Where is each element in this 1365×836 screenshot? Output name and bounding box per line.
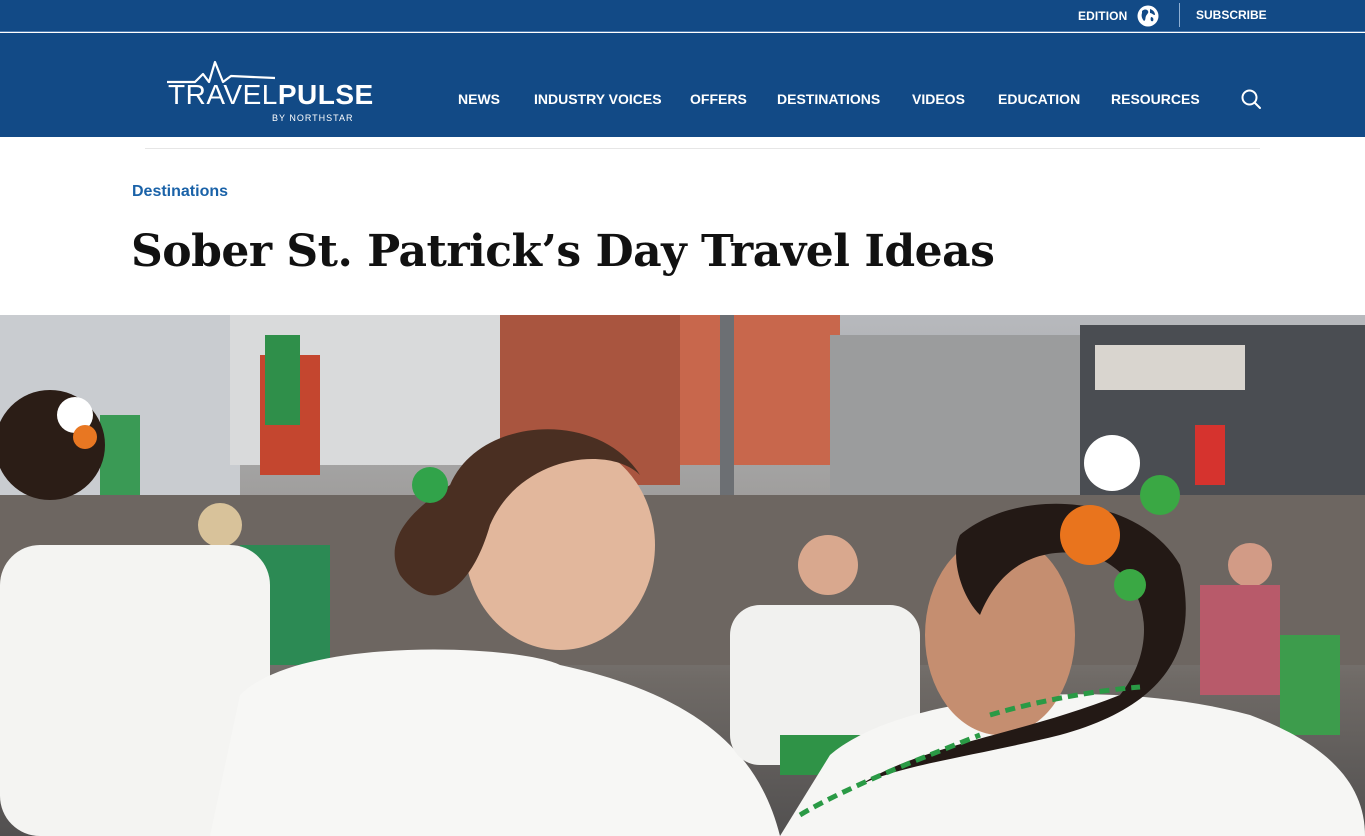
logo-text-travel: TRAVEL (168, 79, 278, 110)
nav-item-resources[interactable]: RESOURCES (1111, 91, 1200, 107)
search-icon (1241, 89, 1261, 109)
top-utility-bar: EDITION SUBSCRIBE (0, 0, 1365, 32)
main-navbar: TRAVELPULSE BY NORTHSTAR NEWS INDUSTRY V… (0, 33, 1365, 137)
subscribe-link[interactable]: SUBSCRIBE (1196, 0, 1267, 31)
travelpulse-logo[interactable]: TRAVELPULSE BY NORTHSTAR (165, 60, 373, 124)
nav-item-videos[interactable]: VIDEOS (912, 91, 965, 107)
hero-image (0, 315, 1365, 836)
globe-icon (1137, 5, 1159, 26)
nav-item-industry-voices[interactable]: INDUSTRY VOICES (534, 91, 662, 107)
edition-selector[interactable]: EDITION (1078, 0, 1160, 31)
edition-label: EDITION (1078, 8, 1128, 23)
logo-wordmark: TRAVELPULSE (168, 80, 374, 110)
nav-item-education[interactable]: EDUCATION (998, 91, 1080, 107)
topbar-divider (1179, 3, 1180, 27)
nav-item-destinations[interactable]: DESTINATIONS (777, 91, 880, 107)
article-title: Sober St. Patrick’s Day Travel Ideas (131, 226, 995, 277)
header-divider (145, 148, 1260, 149)
article-category-link[interactable]: Destinations (132, 183, 228, 201)
search-button[interactable] (1240, 88, 1262, 110)
nav-item-offers[interactable]: OFFERS (690, 91, 747, 107)
nav-item-news[interactable]: NEWS (458, 91, 500, 107)
parade-photo (0, 315, 1365, 836)
logo-byline: BY NORTHSTAR (272, 113, 354, 123)
logo-text-pulse: PULSE (277, 79, 374, 110)
